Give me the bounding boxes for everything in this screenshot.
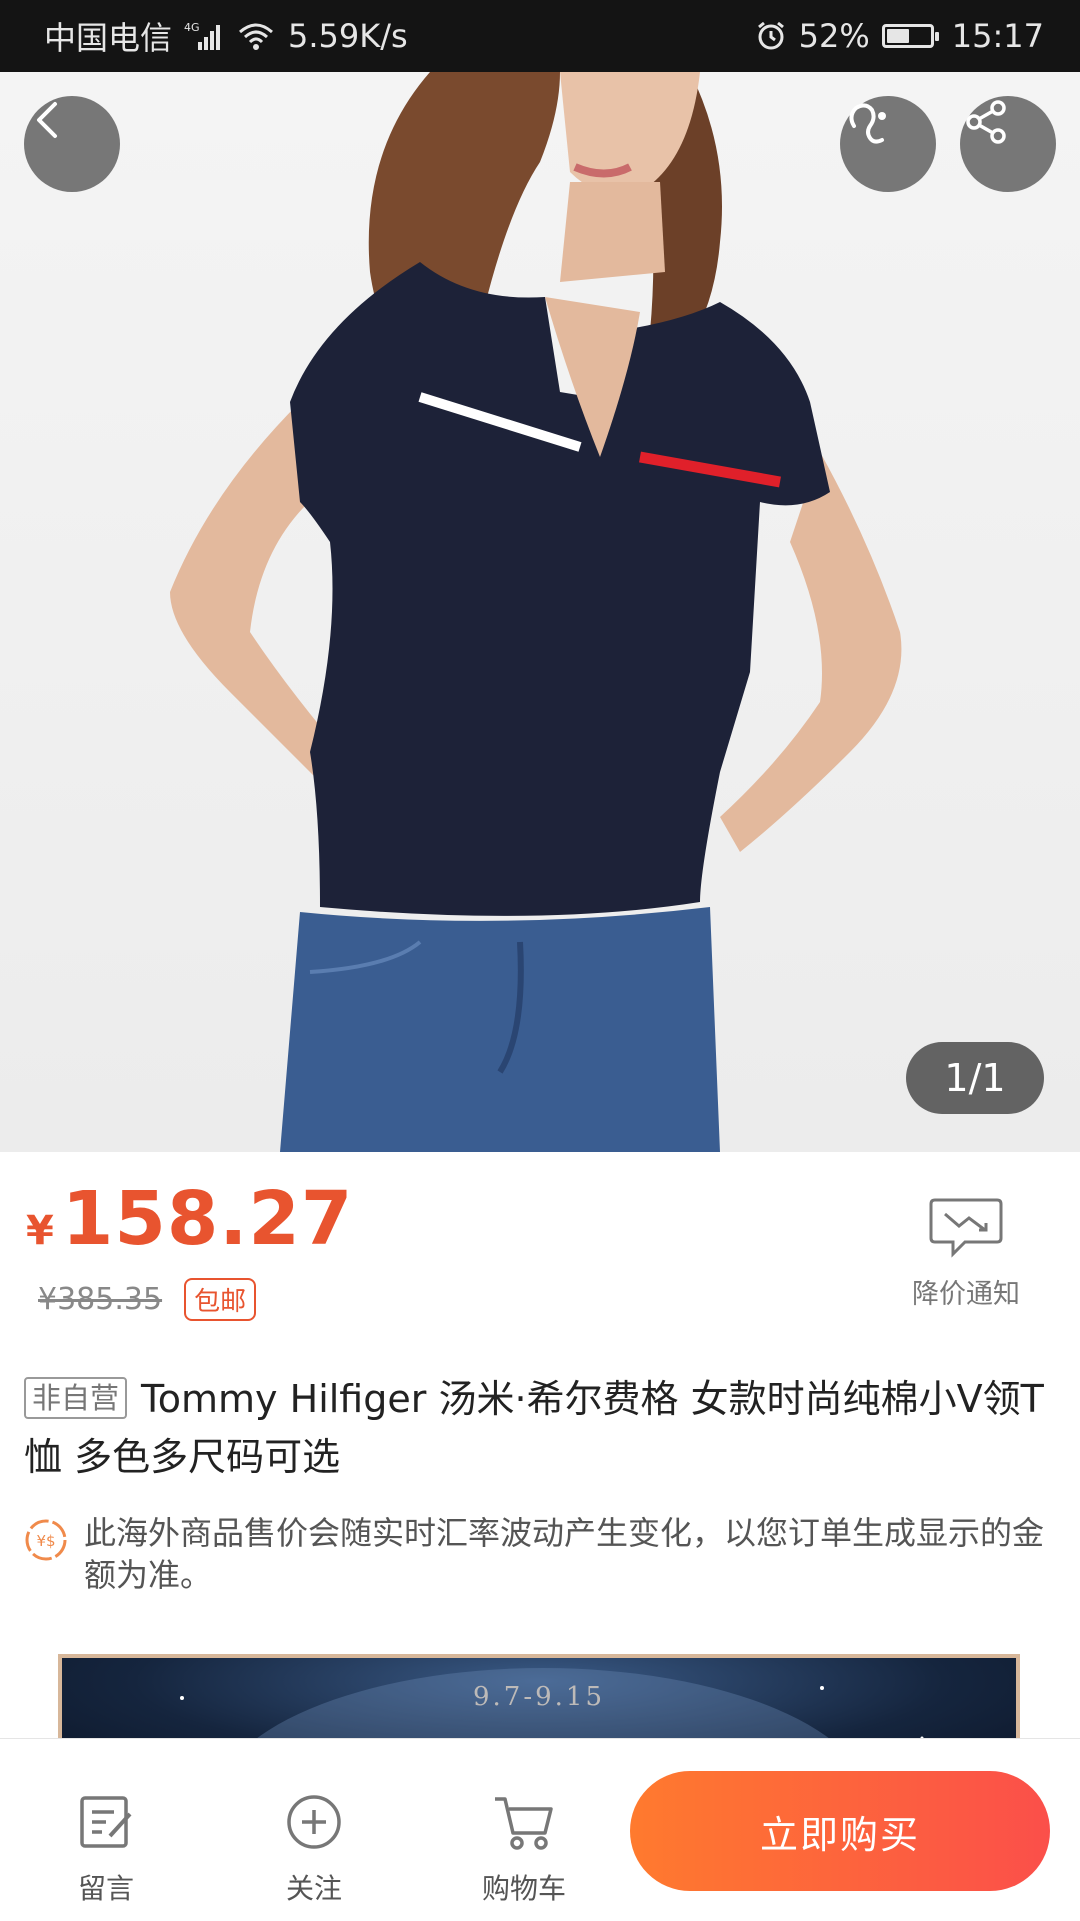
share-icon: [966, 100, 1006, 144]
message-label: 留言: [77, 1872, 134, 1905]
footprint-button[interactable]: [840, 96, 936, 192]
back-icon: [37, 102, 57, 138]
network-speed: 5.59K/s: [288, 17, 408, 55]
exchange-rate-notice: ¥$ 此海外商品售价会随实时汇率波动产生变化，以您订单生成显示的金额为准。: [24, 1512, 1060, 1596]
follow-button[interactable]: 关注: [244, 1787, 384, 1907]
page-indicator: 1/1: [906, 1042, 1044, 1114]
cart-button[interactable]: 购物车: [454, 1787, 594, 1907]
footprint-icon: [849, 103, 886, 144]
free-shipping-badge: 包邮: [184, 1278, 257, 1321]
original-price-row: ¥385.35 包邮: [38, 1278, 257, 1321]
battery-percent: 52%: [798, 17, 870, 55]
message-button[interactable]: 留言: [36, 1787, 176, 1907]
product-image-gallery[interactable]: 1/1: [0, 72, 1080, 1152]
price-drop-notice-button[interactable]: 降价通知: [896, 1196, 1036, 1311]
price-drop-icon: [929, 1198, 1003, 1258]
follow-label: 关注: [285, 1872, 342, 1905]
back-button[interactable]: [24, 96, 120, 192]
message-icon: [80, 1796, 132, 1848]
product-title: Tommy Hilfiger 汤米·希尔费格 女款时尚纯棉小V领T恤 多色多尺码…: [24, 1377, 1044, 1479]
carrier-name: 中国电信: [44, 19, 173, 57]
status-bar: 中国电信 4G 5.59K/s 52% 15:17: [0, 0, 1080, 72]
status-bar-left: 中国电信 4G 5.59K/s: [44, 13, 408, 59]
exchange-rate-icon: ¥$: [25, 1519, 67, 1561]
share-button[interactable]: [960, 96, 1056, 192]
currency-symbol: ¥: [26, 1208, 54, 1254]
current-price: 158.27: [61, 1176, 354, 1262]
clock: 15:17: [951, 17, 1044, 55]
plus-circle-icon: [287, 1795, 341, 1849]
non-self-operated-tag: 非自营: [24, 1377, 128, 1419]
alarm-icon: [755, 20, 787, 52]
network-type: 4G: [184, 21, 200, 34]
signal-icon: 4G: [184, 20, 224, 52]
original-price: ¥385.35: [38, 1282, 163, 1317]
product-photo: [170, 72, 902, 1152]
svg-text:¥$: ¥$: [36, 1532, 55, 1550]
wifi-icon: [236, 20, 276, 52]
bottom-action-bar: 留言 关注 购物车 立即购买: [0, 1738, 1080, 1921]
status-bar-right: 52% 15:17: [755, 17, 1044, 55]
product-title-block: 非自营 Tommy Hilfiger 汤米·希尔费格 女款时尚纯棉小V领T恤 多色…: [24, 1370, 1054, 1486]
price-drop-label: 降价通知: [912, 1279, 1020, 1310]
buy-now-button[interactable]: 立即购买: [630, 1771, 1050, 1891]
cart-icon: [495, 1797, 553, 1850]
price-row: ¥ 158.27: [26, 1176, 353, 1262]
battery-level: [886, 29, 909, 43]
cart-label: 购物车: [481, 1872, 566, 1905]
battery-icon: [881, 24, 939, 48]
exchange-rate-text: 此海外商品售价会随实时汇率波动产生变化，以您订单生成显示的金额为准。: [84, 1514, 1045, 1594]
